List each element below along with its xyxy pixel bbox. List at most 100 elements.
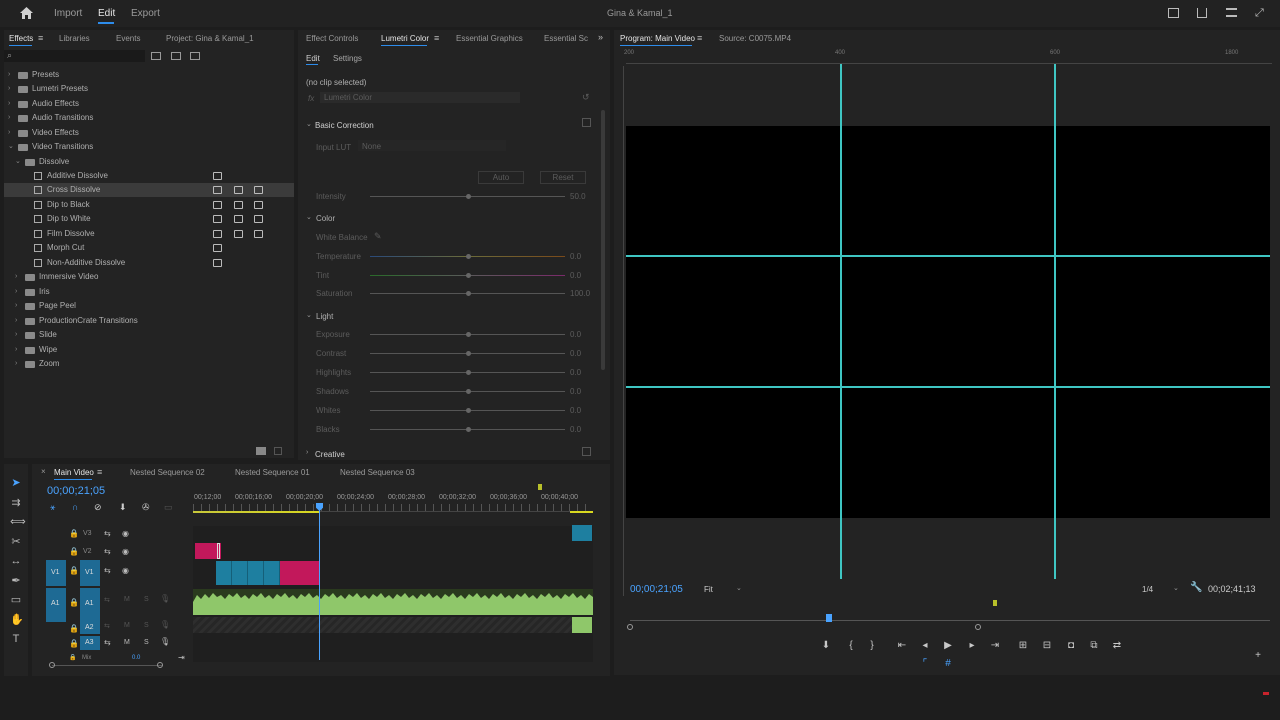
program-timecode[interactable]: 00;00;21;05 — [630, 584, 683, 595]
32bit-filter-icon[interactable] — [171, 52, 181, 60]
mark-out-icon[interactable]: } — [865, 640, 879, 652]
fullscreen-icon[interactable]: ⤢ — [1255, 7, 1264, 20]
slider-knob[interactable] — [466, 254, 471, 259]
work-area-bar[interactable] — [193, 511, 320, 513]
accelerated-filter-icon[interactable] — [151, 52, 161, 60]
tab-project[interactable]: Project: Gina & Kamal_1 — [166, 34, 254, 43]
reset-icon[interactable]: ↺ — [582, 92, 590, 103]
audio-track-a2-empty[interactable] — [193, 617, 573, 633]
video-frame[interactable] — [626, 126, 1270, 518]
scroll-handle[interactable] — [49, 662, 55, 668]
tree-item[interactable]: › Zoom — [4, 357, 294, 371]
rectangle-tool-icon[interactable]: ▭ — [10, 594, 22, 606]
highlights-value[interactable]: 0.0 — [570, 368, 581, 377]
add-marker-icon[interactable]: ⬇ — [819, 640, 833, 652]
play-icon[interactable]: ▶ — [941, 640, 955, 652]
mute-button[interactable]: M — [124, 622, 130, 629]
guides-icon[interactable]: # — [941, 658, 955, 670]
safe-margins-icon[interactable]: ⌜ — [918, 658, 932, 670]
tree-item[interactable]: Additive Dissolve — [4, 169, 294, 183]
nested-sequence-clip[interactable] — [280, 561, 320, 585]
scrollbar[interactable] — [601, 110, 605, 370]
tab-essential-graphics[interactable]: Essential Graphics — [456, 34, 523, 43]
mute-button[interactable]: M — [124, 639, 130, 646]
wrench-icon[interactable]: 🔧 — [1190, 582, 1202, 593]
shadows-value[interactable]: 0.0 — [570, 387, 581, 396]
type-tool-icon[interactable]: T — [10, 633, 22, 645]
intensity-value[interactable]: 50.0 — [570, 192, 586, 201]
slider-knob[interactable] — [466, 389, 471, 394]
tree-item[interactable]: › Audio Transitions — [4, 111, 294, 125]
guide-line[interactable] — [1054, 64, 1056, 579]
lock-icon[interactable]: 🔒 — [69, 654, 76, 661]
subtab-settings[interactable]: Settings — [333, 54, 362, 63]
slider-knob[interactable] — [466, 332, 471, 337]
selection-tool-icon[interactable]: ➤ — [10, 477, 22, 489]
guide-line[interactable] — [626, 386, 1270, 388]
sync-lock-icon[interactable]: ⇆ — [104, 547, 111, 556]
tree-item[interactable]: › Slide — [4, 328, 294, 342]
effects-search-input[interactable]: ⌕ — [4, 50, 145, 62]
chevron-right-icon[interactable]: › — [306, 449, 308, 456]
slider-knob[interactable] — [466, 370, 471, 375]
track-header-v2[interactable]: 🔒 V2 ⇆ ◉ — [38, 544, 193, 560]
whites-value[interactable]: 0.0 — [570, 406, 581, 415]
tree-item[interactable]: Dip to White — [4, 212, 294, 226]
source-patch-v1[interactable]: V1 — [46, 560, 66, 586]
tab-main-video[interactable]: Main Video — [54, 468, 94, 477]
clip-edge[interactable] — [217, 543, 220, 559]
tree-item[interactable]: › Lumetri Presets — [4, 82, 294, 96]
eyedropper-icon[interactable]: ✎ — [374, 231, 382, 242]
pen-tool-icon[interactable]: ✒ — [10, 575, 22, 587]
mic-icon[interactable]: 🎙 — [160, 620, 170, 629]
tree-item[interactable]: › Page Peel — [4, 299, 294, 313]
saturation-value[interactable]: 100.0 — [570, 289, 590, 298]
tab-nested-sequence-02[interactable]: Nested Sequence 02 — [130, 468, 205, 477]
lock-icon[interactable]: 🔒 — [69, 639, 79, 648]
step-back-icon[interactable]: ◂ — [918, 640, 932, 652]
guide-line[interactable] — [626, 255, 1270, 257]
chevron-down-icon[interactable]: ⌄ — [306, 213, 312, 221]
yuv-filter-icon[interactable] — [190, 52, 200, 60]
section-color[interactable]: Color — [316, 214, 335, 223]
nav-export[interactable]: Export — [131, 8, 160, 19]
guide-line[interactable] — [840, 64, 842, 579]
exposure-value[interactable]: 0.0 — [570, 330, 581, 339]
section-light[interactable]: Light — [316, 312, 333, 321]
mic-icon[interactable]: 🎙 — [160, 637, 170, 646]
tree-item[interactable]: Film Dissolve — [4, 227, 294, 241]
tab-essential-sound[interactable]: Essential Sc — [544, 34, 588, 43]
solo-button[interactable]: S — [144, 622, 149, 629]
marker-icon[interactable] — [993, 600, 997, 606]
timeline-zoom-scrollbar[interactable] — [52, 665, 162, 666]
solo-button[interactable]: S — [144, 596, 149, 603]
track-header-a3[interactable]: A3 — [80, 636, 100, 650]
tree-item[interactable]: Dip to Black — [4, 198, 294, 212]
section-creative[interactable]: Creative — [315, 450, 345, 459]
track-select-tool-icon[interactable]: ⇉ — [10, 497, 22, 509]
go-to-end-icon[interactable]: ⇥ — [178, 653, 185, 662]
sync-lock-icon[interactable]: ⇆ — [104, 638, 111, 647]
timeline-vertical-scrollbar[interactable] — [594, 518, 598, 660]
eye-icon[interactable]: ◉ — [122, 529, 129, 538]
track-header-a1[interactable]: A1 — [80, 588, 100, 622]
tree-item[interactable]: › Audio Effects — [4, 97, 294, 111]
tab-libraries[interactable]: Libraries — [59, 34, 90, 43]
panel-menu-icon[interactable]: ≡ — [38, 33, 43, 43]
scroll-handle[interactable] — [157, 662, 163, 668]
tab-effect-controls[interactable]: Effect Controls — [306, 34, 358, 43]
tab-nested-sequence-01[interactable]: Nested Sequence 01 — [235, 468, 310, 477]
slider-knob[interactable] — [466, 351, 471, 356]
tree-item-selected[interactable]: Cross Dissolve — [4, 183, 294, 197]
tab-nested-sequence-03[interactable]: Nested Sequence 03 — [340, 468, 415, 477]
lock-icon[interactable]: 🔒 — [69, 598, 79, 607]
go-to-in-icon[interactable]: ⇤ — [895, 640, 909, 652]
slider-knob[interactable] — [466, 408, 471, 413]
tree-item[interactable]: ⌄ Video Transitions — [4, 140, 294, 154]
track-header-v3[interactable]: 🔒 V3 ⇆ ◉ — [38, 526, 193, 542]
nav-import[interactable]: Import — [54, 8, 82, 19]
tab-lumetri-color[interactable]: Lumetri Color — [381, 34, 429, 43]
scrub-end-handle[interactable] — [975, 624, 981, 630]
lock-icon[interactable]: 🔒 — [69, 566, 79, 575]
track-header-a2[interactable]: A2 — [80, 622, 100, 634]
